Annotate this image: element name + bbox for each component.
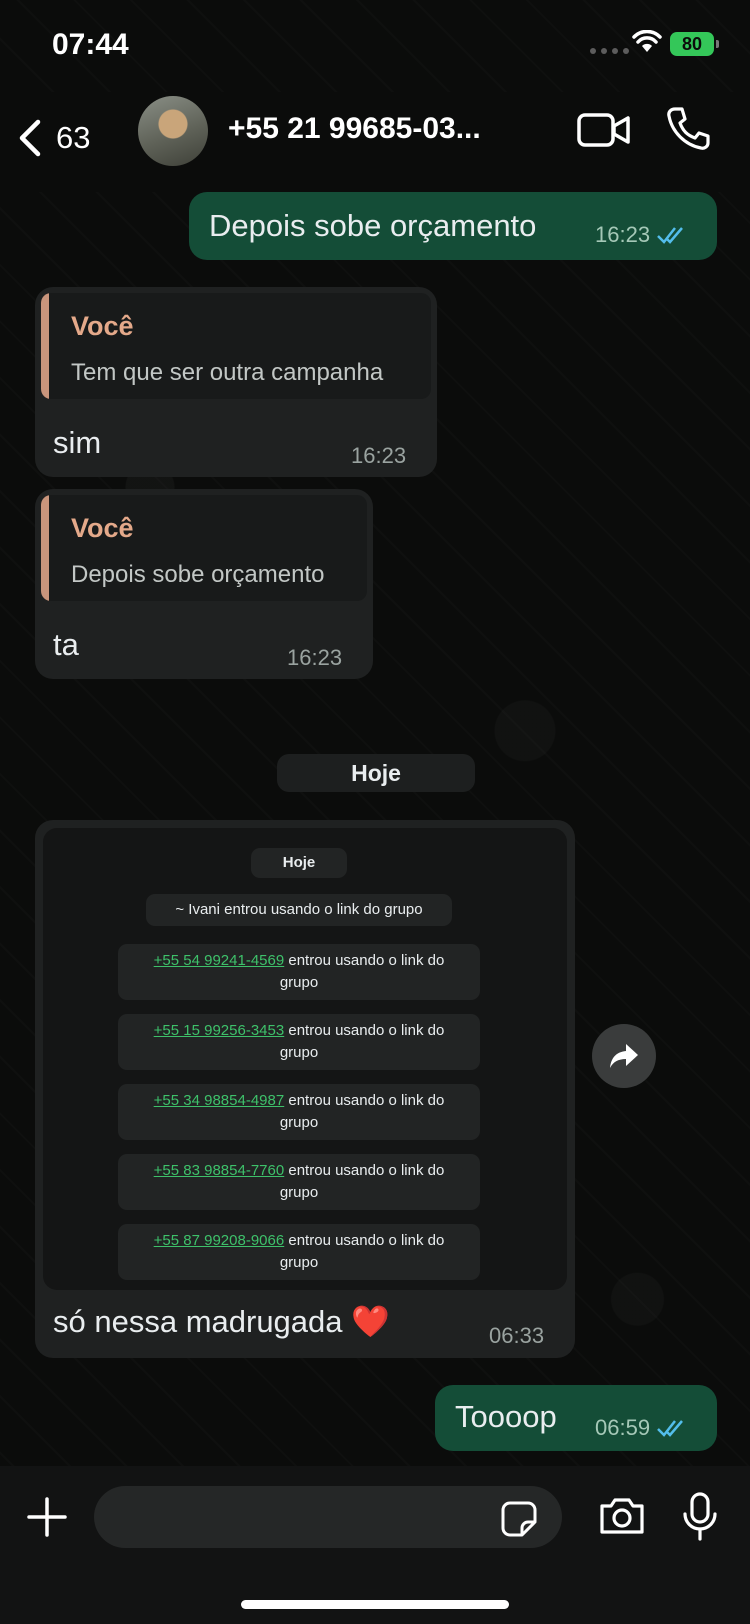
message-text: Depois sobe orçamento bbox=[209, 208, 537, 243]
message-time: 06:33 bbox=[489, 1323, 545, 1348]
message-bubble-incoming[interactable]: Você Tem que ser outra campanha sim 16:2… bbox=[35, 287, 437, 477]
caption-text: só nessa madrugada bbox=[53, 1304, 343, 1339]
message-bubble-outgoing[interactable]: Toooop 06:59 bbox=[435, 1385, 717, 1451]
phone-link: +55 54 99241-4569 bbox=[153, 952, 285, 969]
join-text: entrou usando o link do bbox=[288, 1232, 445, 1249]
message-bubble-incoming[interactable]: Você Depois sobe orçamento ta 16:23 bbox=[35, 489, 373, 679]
message-time: 16:23 bbox=[351, 443, 407, 468]
screenshot-join-notice: +55 15 99256-3453 entrou usando o link d… bbox=[118, 1014, 480, 1070]
join-text: entrou usando o link do bbox=[288, 1022, 445, 1039]
quoted-message[interactable]: Você Tem que ser outra campanha bbox=[41, 293, 431, 399]
screenshot-date-label: Hoje bbox=[251, 848, 347, 878]
read-receipt-icon bbox=[657, 1420, 684, 1437]
video-call-icon[interactable] bbox=[576, 110, 632, 150]
phone-link: +55 15 99256-3453 bbox=[153, 1022, 285, 1039]
battery-level: 80 bbox=[681, 33, 703, 54]
battery-icon: 80 bbox=[670, 32, 719, 56]
back-button[interactable]: 63 bbox=[16, 108, 90, 168]
phone-link: +55 83 98854-7760 bbox=[153, 1162, 285, 1179]
chevron-left-icon bbox=[19, 119, 41, 157]
message-time: 06:59 bbox=[595, 1415, 651, 1440]
screenshot-join-notice: +55 87 99208-9066 entrou usando o link d… bbox=[118, 1224, 480, 1280]
join-text-end: grupo bbox=[279, 1044, 319, 1061]
message-time: 16:23 bbox=[595, 222, 651, 247]
unread-count: 63 bbox=[56, 120, 91, 155]
phone-link: +55 34 98854-4987 bbox=[153, 1092, 285, 1109]
message-time: 16:23 bbox=[287, 645, 343, 670]
screenshot-image[interactable]: Hoje ~ Ivani entrou usando o link do gru… bbox=[43, 828, 567, 1290]
message-input[interactable] bbox=[94, 1486, 562, 1548]
sticker-icon[interactable] bbox=[500, 1500, 538, 1538]
microphone-icon[interactable] bbox=[682, 1492, 718, 1542]
quote-author: Você bbox=[71, 513, 134, 543]
plus-icon[interactable] bbox=[26, 1496, 68, 1538]
message-meta: 06:59 bbox=[595, 1415, 688, 1441]
date-separator: Hoje bbox=[277, 754, 475, 792]
message-bubble-outgoing[interactable]: Depois sobe orçamento 16:23 bbox=[189, 192, 717, 260]
join-text-end: grupo bbox=[279, 974, 319, 991]
phone-call-icon[interactable] bbox=[666, 106, 710, 152]
home-indicator bbox=[241, 1600, 509, 1609]
chat-header: 63 +55 21 99685-03... bbox=[0, 92, 750, 192]
image-caption: só nessa madrugada ❤️ bbox=[53, 1303, 390, 1340]
message-meta: 16:23 bbox=[595, 222, 688, 248]
join-text-end: grupo bbox=[279, 1114, 319, 1131]
contact-name[interactable]: +55 21 99685-03... bbox=[228, 112, 481, 146]
join-text-end: grupo bbox=[279, 1184, 319, 1201]
camera-icon[interactable] bbox=[598, 1496, 646, 1536]
read-receipt-icon bbox=[657, 227, 684, 244]
message-text: ta bbox=[53, 627, 79, 662]
quote-text: Tem que ser outra campanha bbox=[71, 359, 384, 386]
avatar[interactable] bbox=[138, 96, 208, 166]
message-input-bar bbox=[0, 1466, 750, 1624]
screenshot-system-message: ~ Ivani entrou usando o link do grupo bbox=[146, 894, 452, 926]
phone-link: +55 87 99208-9066 bbox=[153, 1232, 285, 1249]
screenshot-join-notice: +55 54 99241-4569 entrou usando o link d… bbox=[118, 944, 480, 1000]
status-bar: 07:44 80 bbox=[0, 0, 750, 92]
status-time: 07:44 bbox=[52, 28, 129, 61]
quote-text: Depois sobe orçamento bbox=[71, 561, 325, 588]
forward-arrow-icon bbox=[610, 1044, 638, 1068]
forward-button[interactable] bbox=[592, 1024, 656, 1088]
screenshot-join-notice: +55 34 98854-4987 entrou usando o link d… bbox=[118, 1084, 480, 1140]
join-text: entrou usando o link do bbox=[288, 1092, 445, 1109]
join-text: entrou usando o link do bbox=[288, 1162, 445, 1179]
quoted-message[interactable]: Você Depois sobe orçamento bbox=[41, 495, 367, 601]
quote-author: Você bbox=[71, 311, 134, 341]
wifi-icon bbox=[632, 30, 662, 52]
join-text-end: grupo bbox=[279, 1254, 319, 1271]
message-text: Toooop bbox=[455, 1399, 557, 1434]
join-text: entrou usando o link do bbox=[288, 952, 445, 969]
heart-emoji: ❤️ bbox=[351, 1304, 390, 1339]
message-text: sim bbox=[53, 425, 102, 460]
screenshot-join-notice: +55 83 98854-7760 entrou usando o link d… bbox=[118, 1154, 480, 1210]
cellular-signal-icon bbox=[590, 48, 629, 54]
